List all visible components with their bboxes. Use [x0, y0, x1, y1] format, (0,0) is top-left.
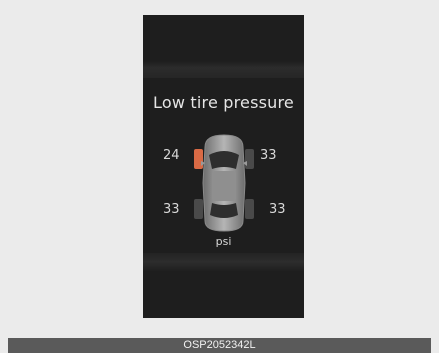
cluster-display: Low tire pressure 24 33 33 33 psi: [143, 15, 304, 318]
rear-left-tire-icon: [194, 199, 203, 219]
front-right-pressure: 33: [260, 148, 277, 163]
rear-right-pressure: 33: [269, 202, 286, 217]
display-band-bottom: [143, 253, 304, 271]
rear-left-pressure: 33: [163, 202, 180, 217]
front-left-tire-icon: [194, 149, 203, 169]
pressure-unit: psi: [215, 235, 232, 248]
rear-right-tire-icon: [245, 199, 254, 219]
car-top-view-icon: [194, 134, 254, 232]
display-band-top: [143, 61, 304, 78]
front-right-tire-icon: [245, 149, 254, 169]
warning-title: Low tire pressure: [153, 93, 294, 112]
figure-caption: OSP2052342L: [8, 338, 431, 353]
front-left-pressure: 24: [163, 148, 180, 163]
